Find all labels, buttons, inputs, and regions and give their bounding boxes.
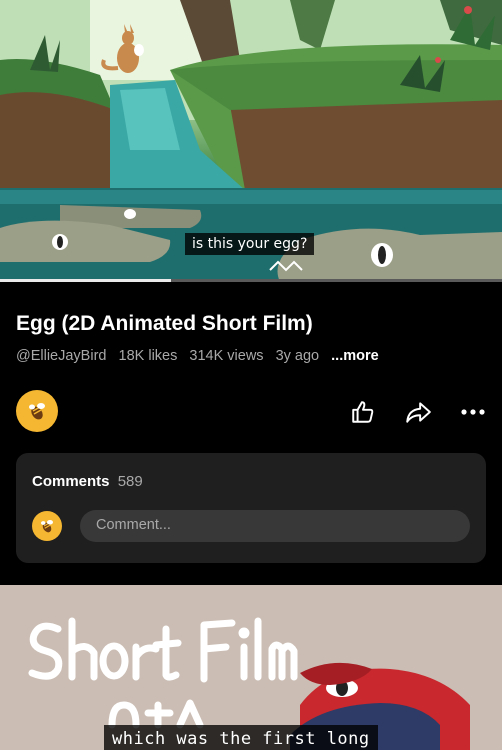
comments-panel[interactable]: Comments 589 Comment... xyxy=(16,453,486,563)
share-icon xyxy=(406,402,431,423)
bee-logo-icon xyxy=(29,403,45,420)
channel-avatar[interactable] xyxy=(16,390,58,432)
comments-label: Comments xyxy=(32,473,110,490)
channel-handle[interactable]: @EllieJayBird xyxy=(16,348,106,364)
video-caption: is this your egg? xyxy=(185,233,315,255)
comment-input[interactable]: Comment... xyxy=(80,510,470,542)
bee-logo-icon xyxy=(41,520,53,533)
like-button[interactable] xyxy=(348,398,378,426)
upload-age: 3y ago xyxy=(275,348,320,364)
likes-count: 18K likes xyxy=(118,348,178,364)
more-options-icon xyxy=(461,409,485,415)
user-avatar xyxy=(32,511,62,541)
comments-header: Comments 589 xyxy=(32,473,143,490)
video-title: Egg (2D Animated Short Film) xyxy=(16,312,313,335)
next-video-caption: which was the first long xyxy=(104,725,378,750)
more-link[interactable]: ...more xyxy=(331,348,379,364)
thumbs-up-icon xyxy=(352,401,374,423)
channel-actions-row xyxy=(0,390,502,434)
video-metadata: @EllieJayBird 18K likes 314K views 3y ag… xyxy=(16,348,387,364)
share-button[interactable] xyxy=(403,398,433,426)
comments-count: 589 xyxy=(117,473,143,490)
next-video-player[interactable]: which was the first long xyxy=(0,585,502,750)
video-progress-bar[interactable] xyxy=(0,279,502,282)
views-count: 314K views xyxy=(189,348,264,364)
more-options-button[interactable] xyxy=(458,398,488,426)
video-player[interactable]: is this your egg? xyxy=(0,0,502,282)
video-progress-fill xyxy=(0,279,171,282)
